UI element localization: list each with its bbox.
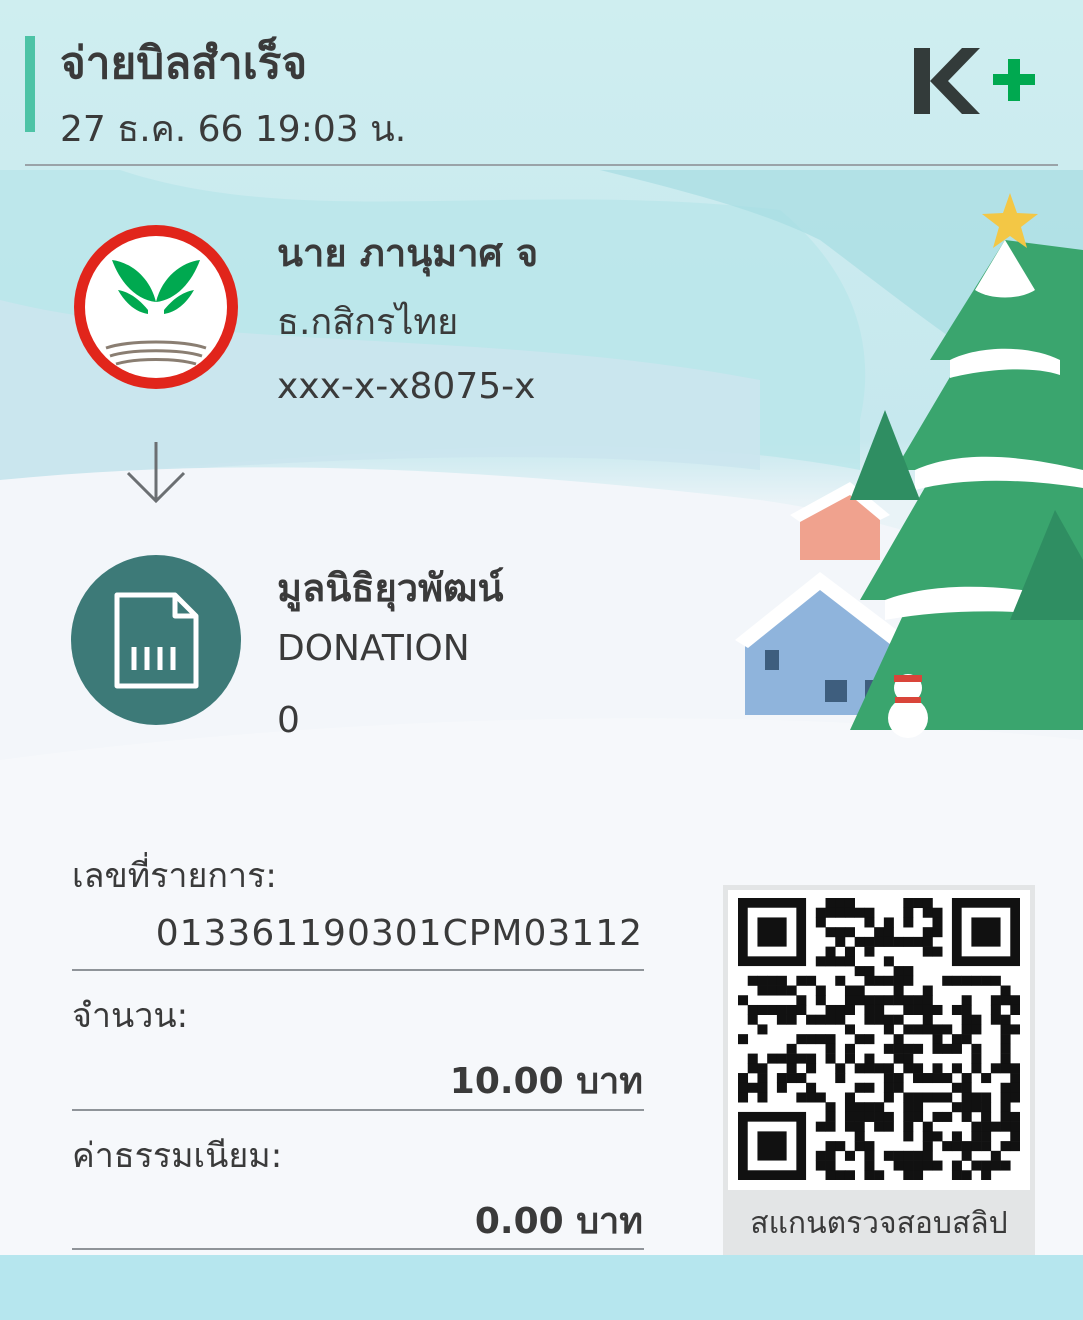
divider xyxy=(72,969,644,971)
sender-bank: ธ.กสิกรไทย xyxy=(277,302,459,343)
verification-qr-code[interactable] xyxy=(738,898,1020,1180)
kasikorn-bank-logo xyxy=(74,225,238,389)
sender-name: นาย ภานุมาศ จ xyxy=(277,231,539,275)
receiver-type: DONATION xyxy=(277,628,470,669)
qr-caption: สแกนตรวจสอบสลิป xyxy=(750,1206,1008,1241)
kplus-logo xyxy=(914,48,1035,114)
payment-slip: จ่ายบิลสำเร็จ 27 ธ.ค. 66 19:03 น. นาย ภา… xyxy=(0,0,1083,1255)
transaction-datetime: 27 ธ.ค. 66 19:03 น. xyxy=(60,109,407,150)
sender-account-number: xxx-x-x8075-x xyxy=(277,366,536,407)
divider xyxy=(72,1248,644,1250)
accent-bar xyxy=(25,36,35,132)
receiver-name: มูลนิธิยุวพัฒน์ xyxy=(277,566,504,610)
receiver-reference: 0 xyxy=(277,700,300,741)
arrow-down-icon xyxy=(126,442,186,504)
fee-label: ค่าธรรมเนียม: xyxy=(72,1136,283,1176)
fee-value: 0.00 บาท xyxy=(474,1201,643,1242)
bill-document-icon xyxy=(71,555,241,725)
transaction-id-label: เลขที่รายการ: xyxy=(72,856,277,896)
divider xyxy=(72,1109,644,1111)
transaction-id-value: 013361190301CPM03112 xyxy=(155,913,643,954)
page-title: จ่ายบิลสำเร็จ xyxy=(60,38,308,89)
amount-value: 10.00 บาท xyxy=(449,1061,643,1102)
amount-label: จำนวน: xyxy=(72,996,189,1036)
header-divider xyxy=(25,164,1058,166)
footer-band xyxy=(0,1255,1083,1320)
